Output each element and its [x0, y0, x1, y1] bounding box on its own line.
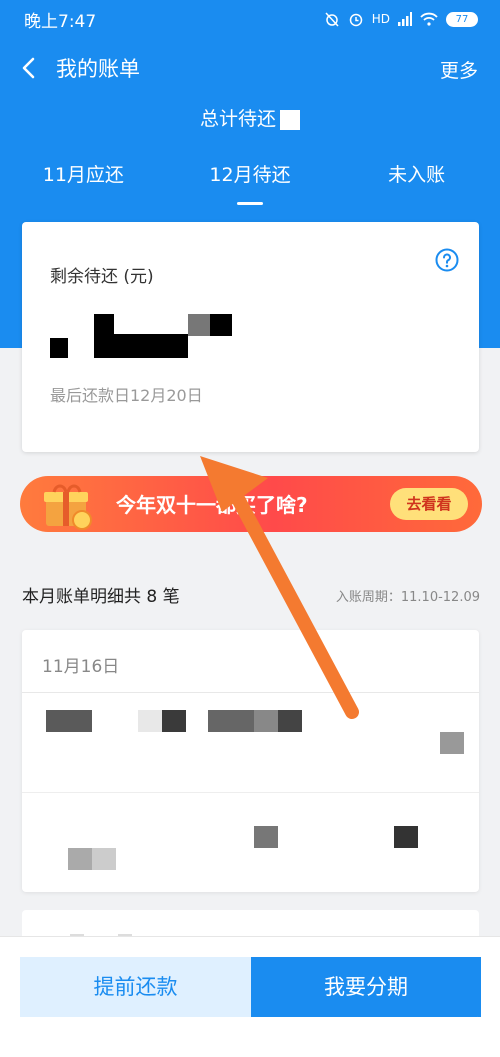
transaction-list-card: 11月16日	[22, 630, 479, 892]
gift-box-icon	[44, 484, 92, 530]
alarm-icon	[349, 13, 362, 27]
alarm-off-icon	[325, 12, 339, 27]
divider	[22, 692, 479, 693]
remaining-due-card: 剩余待还 (元) 最后还款日12月20日	[22, 222, 479, 452]
signal-icon	[398, 12, 412, 26]
battery-icon: 77	[446, 11, 478, 27]
remaining-label: 剩余待还 (元)	[50, 267, 154, 287]
network-type: HD	[371, 12, 390, 26]
promo-banner[interactable]: 今年双十一都买了啥? 去看看	[20, 476, 482, 532]
watermark-brand: Bai 经验	[408, 1017, 484, 1038]
transaction-date: 11月16日	[42, 657, 120, 677]
installment-button[interactable]: 我要分期	[251, 957, 481, 1017]
tab-december[interactable]: 12月待还	[167, 160, 334, 210]
baidu-watermark: Bai 经验 jingyan.baidu.com	[409, 1013, 492, 1049]
promo-text: 今年双十一都买了啥?	[116, 493, 308, 517]
divider	[22, 792, 479, 793]
tab-november[interactable]: 11月应还	[0, 160, 167, 210]
promo-go-button[interactable]: 去看看	[390, 488, 468, 520]
total-due-row: 总计待还	[0, 104, 500, 131]
question-icon[interactable]	[435, 248, 459, 272]
redacted-amount	[280, 109, 300, 130]
more-button[interactable]: 更多	[440, 56, 478, 83]
status-time: 晚上7:47	[24, 11, 97, 32]
nav-bar: 我的账单 更多	[0, 42, 500, 94]
billing-cycle: 入账周期：11.10-12.09	[335, 590, 480, 605]
tab-unposted[interactable]: 未入账	[333, 160, 500, 210]
prepay-button[interactable]: 提前还款	[20, 957, 251, 1017]
watermark-site: jingyan.baidu.com	[408, 1039, 492, 1049]
wifi-icon	[420, 12, 438, 26]
back-button[interactable]	[0, 42, 56, 94]
status-bar: 晚上7:47 HD 77	[0, 0, 500, 38]
chevron-left-icon	[22, 57, 35, 79]
due-date: 最后还款日12月20日	[50, 386, 203, 405]
status-icons: HD 77	[324, 11, 478, 27]
month-tabs: 11月应还 12月待还 未入账	[0, 160, 500, 210]
page-title: 我的账单	[56, 57, 140, 81]
total-due-label: 总计待还	[199, 108, 276, 130]
bill-detail-heading: 本月账单明细共 8 笔	[22, 587, 180, 607]
